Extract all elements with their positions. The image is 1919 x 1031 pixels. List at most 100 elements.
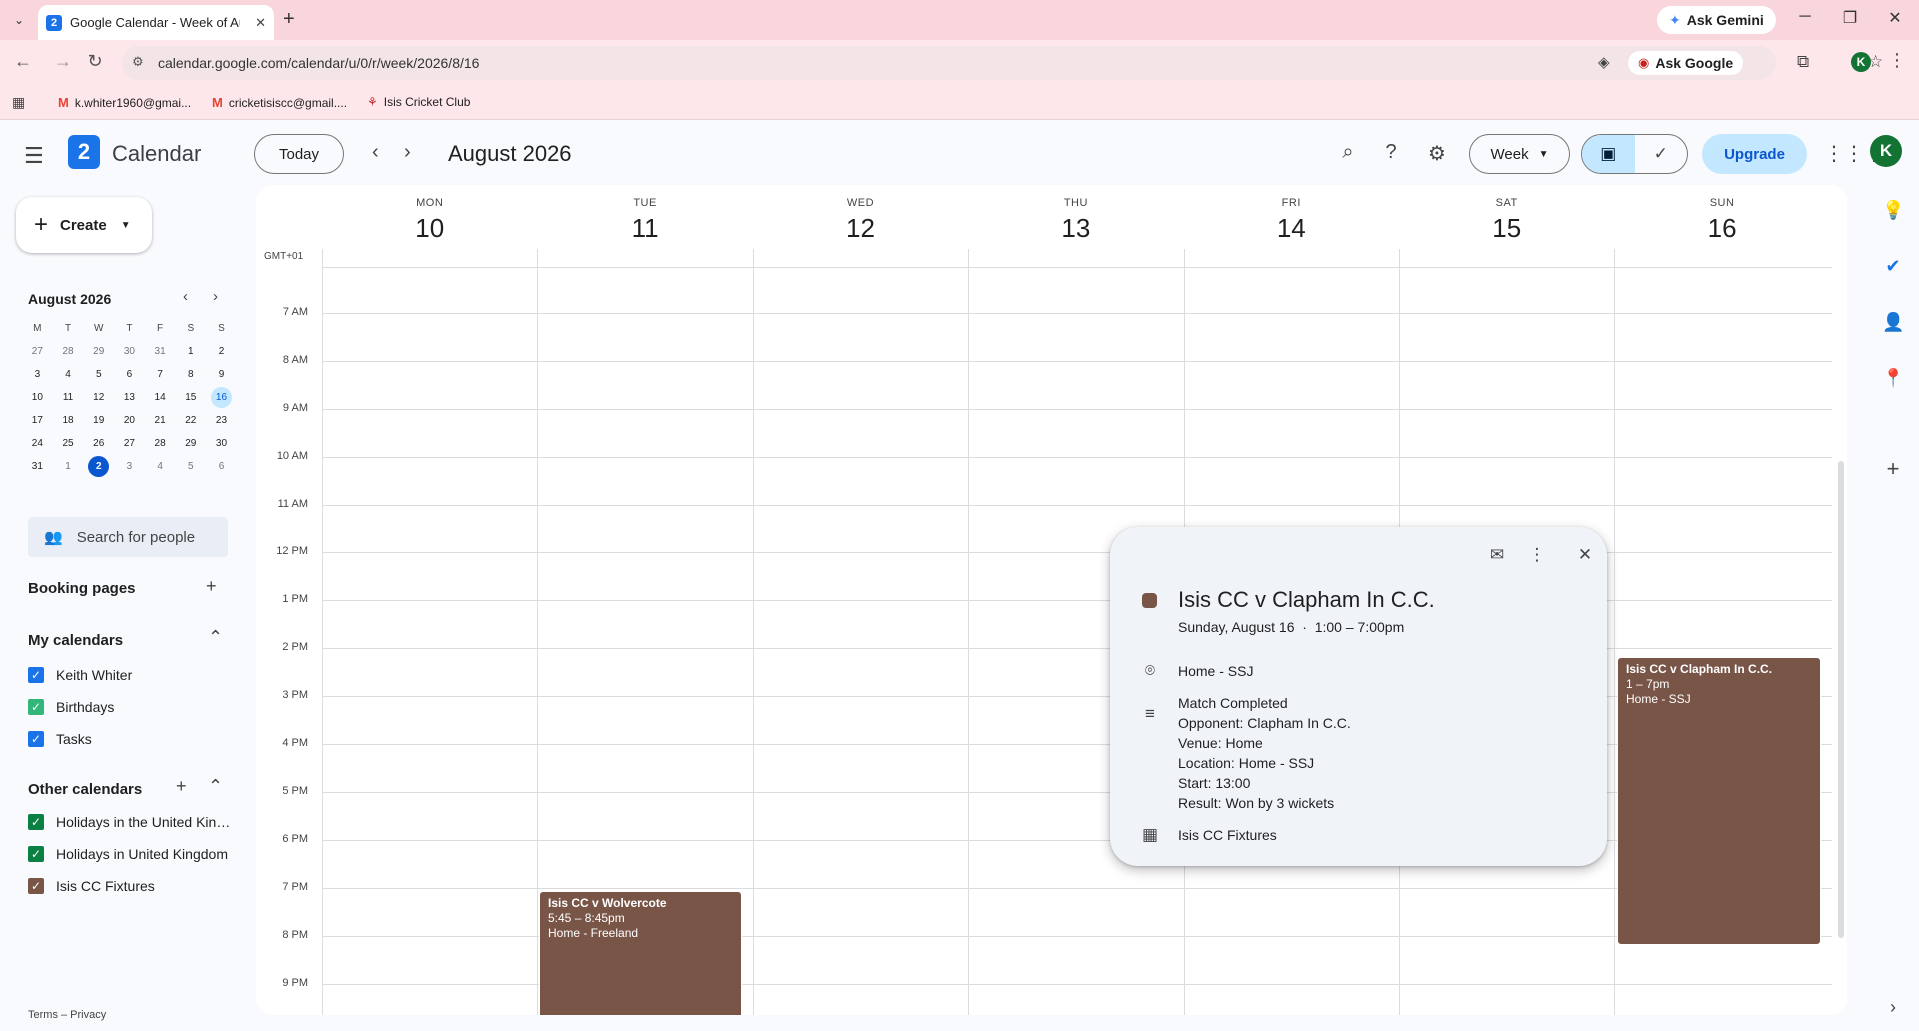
- day-number[interactable]: 10: [322, 213, 537, 244]
- browser-menu-icon[interactable]: ⋮: [1888, 50, 1906, 71]
- time-grid[interactable]: 9 PM 8 PM 7 PM 6 PM 5 PM 4 PM 3 PM 2 PM 1 PM 12 P…: [256, 268, 1847, 1015]
- calendar-item[interactable]: ✓ Isis CC Fixtures: [28, 878, 231, 894]
- mini-day[interactable]: 3: [114, 456, 145, 477]
- main-menu-icon[interactable]: ☰: [24, 143, 44, 169]
- mini-day[interactable]: 21: [145, 410, 176, 431]
- grid-scrollbar[interactable]: [1838, 461, 1844, 938]
- apps-grid-icon[interactable]: ▦: [12, 94, 25, 111]
- tasks-icon[interactable]: ✔: [1882, 256, 1904, 277]
- calendar-view-icon[interactable]: ▣: [1582, 135, 1635, 173]
- mini-day[interactable]: 27: [22, 341, 53, 362]
- minimize-icon[interactable]: ─: [1793, 8, 1817, 26]
- settings-gear-icon[interactable]: ⚙: [1424, 141, 1450, 166]
- day-number[interactable]: 15: [1399, 213, 1614, 244]
- mini-day[interactable]: 3: [22, 364, 53, 385]
- mini-day[interactable]: 17: [22, 410, 53, 431]
- mini-day[interactable]: 20: [114, 410, 145, 431]
- mini-day[interactable]: 31: [145, 341, 176, 362]
- mini-day[interactable]: 14: [145, 387, 176, 408]
- help-icon[interactable]: ?: [1378, 141, 1404, 164]
- mini-day[interactable]: 24: [22, 433, 53, 454]
- new-tab-icon[interactable]: +: [283, 8, 295, 31]
- mini-day[interactable]: 22: [175, 410, 206, 431]
- chevron-up-icon[interactable]: ⌃: [208, 627, 223, 648]
- extensions-icon[interactable]: ⧉: [1797, 52, 1809, 72]
- lens-icon[interactable]: ◈: [1598, 53, 1610, 71]
- mini-day[interactable]: 10: [22, 387, 53, 408]
- bookmark-isis[interactable]: ⚘ Isis Cricket Club: [367, 95, 470, 109]
- contacts-icon[interactable]: 👤: [1882, 312, 1904, 333]
- avatar[interactable]: K: [1870, 135, 1902, 167]
- calendar-checkbox[interactable]: ✓: [28, 878, 44, 894]
- mini-day[interactable]: 27: [114, 433, 145, 454]
- mini-day[interactable]: 4: [145, 456, 176, 477]
- day-header-sun[interactable]: SUN 16: [1614, 185, 1829, 261]
- event-chip-wolvercote[interactable]: Isis CC v Wolvercote 5:45 – 8:45pm Home …: [539, 891, 742, 1015]
- calendar-item[interactable]: ✓ Tasks: [28, 731, 231, 747]
- mini-day[interactable]: 29: [83, 341, 114, 362]
- other-calendars-heading[interactable]: Other calendars: [28, 781, 142, 798]
- today-button[interactable]: Today: [254, 134, 344, 174]
- mini-day[interactable]: 31: [22, 456, 53, 477]
- day-header-mon[interactable]: MON 10: [322, 185, 537, 261]
- omnibox[interactable]: ⚙ calendar.google.com/calendar/u/0/r/wee…: [122, 46, 1883, 80]
- event-location[interactable]: Home - SSJ: [1178, 661, 1253, 681]
- event-chip-clapham[interactable]: Isis CC v Clapham In C.C. 1 – 7pm Home -…: [1617, 657, 1821, 945]
- mini-day[interactable]: 28: [145, 433, 176, 454]
- mini-day[interactable]: 29: [175, 433, 206, 454]
- calendar-checkbox[interactable]: ✓: [28, 814, 44, 830]
- maps-icon[interactable]: 📍: [1882, 368, 1904, 389]
- mini-day[interactable]: 1: [175, 341, 206, 362]
- mini-day[interactable]: 5: [175, 456, 206, 477]
- bookmark-gmail-2[interactable]: Mcricketisiscc@gmail....: [212, 95, 347, 110]
- tasks-view-icon[interactable]: ✓: [1635, 135, 1688, 173]
- create-button[interactable]: + Create ▼: [16, 197, 152, 253]
- mini-day[interactable]: 11: [53, 387, 84, 408]
- window-close-icon[interactable]: ✕: [1883, 8, 1907, 28]
- mini-day[interactable]: 26: [83, 433, 114, 454]
- mini-day[interactable]: 15: [175, 387, 206, 408]
- day-number[interactable]: 16: [1614, 213, 1829, 244]
- next-week-icon[interactable]: ›: [404, 141, 411, 164]
- day-number[interactable]: 14: [1184, 213, 1399, 244]
- mini-day[interactable]: 30: [114, 341, 145, 362]
- back-icon[interactable]: ←: [11, 51, 35, 72]
- ask-google-button[interactable]: ◉ Ask Google: [1628, 51, 1744, 75]
- mini-day[interactable]: 23: [206, 410, 237, 431]
- ask-gemini-button[interactable]: ✦ Ask Gemini: [1657, 6, 1776, 34]
- mini-day[interactable]: 30: [206, 433, 237, 454]
- email-guests-icon[interactable]: ✉: [1485, 545, 1509, 565]
- browser-profile-avatar[interactable]: K: [1851, 52, 1871, 72]
- mini-day[interactable]: 13: [114, 387, 145, 408]
- tab-close-icon[interactable]: ✕: [255, 15, 266, 31]
- previous-week-icon[interactable]: ‹: [372, 141, 379, 164]
- calendar-checkbox[interactable]: ✓: [28, 731, 44, 747]
- show-side-panel-icon[interactable]: ›: [1882, 997, 1904, 1018]
- mini-day[interactable]: 25: [53, 433, 84, 454]
- mini-day[interactable]: 2: [206, 341, 237, 362]
- mini-day[interactable]: 8: [175, 364, 206, 385]
- calendar-item[interactable]: ✓ Holidays in the United Kingdom: [28, 814, 231, 830]
- url-text[interactable]: calendar.google.com/calendar/u/0/r/week/…: [158, 55, 479, 71]
- mini-day[interactable]: 16: [206, 387, 237, 408]
- day-header-fri[interactable]: FRI 14: [1184, 185, 1399, 261]
- mini-day[interactable]: 4: [53, 364, 84, 385]
- my-calendars-heading[interactable]: My calendars: [28, 632, 123, 649]
- day-number[interactable]: 12: [753, 213, 968, 244]
- tab-search-chevron-icon[interactable]: ⌄: [8, 9, 30, 31]
- booking-pages-heading[interactable]: Booking pages: [28, 580, 136, 597]
- calendar-checkbox[interactable]: ✓: [28, 699, 44, 715]
- chevron-up-icon[interactable]: ⌃: [208, 776, 223, 797]
- mini-day[interactable]: 5: [83, 364, 114, 385]
- restore-icon[interactable]: ❐: [1838, 8, 1862, 28]
- mini-day[interactable]: 1: [53, 456, 84, 477]
- add-other-calendar-icon[interactable]: +: [176, 776, 187, 797]
- close-icon[interactable]: ✕: [1573, 545, 1597, 565]
- add-booking-page-icon[interactable]: +: [206, 576, 217, 597]
- day-header-thu[interactable]: THU 13: [968, 185, 1183, 261]
- bookmark-gmail-1[interactable]: Mk.whiter1960@gmai...: [58, 95, 191, 110]
- mini-prev-month-icon[interactable]: ‹: [183, 288, 188, 305]
- upgrade-button[interactable]: Upgrade: [1702, 134, 1807, 174]
- calendar-checkbox[interactable]: ✓: [28, 846, 44, 862]
- view-select[interactable]: Week ▼: [1469, 134, 1570, 174]
